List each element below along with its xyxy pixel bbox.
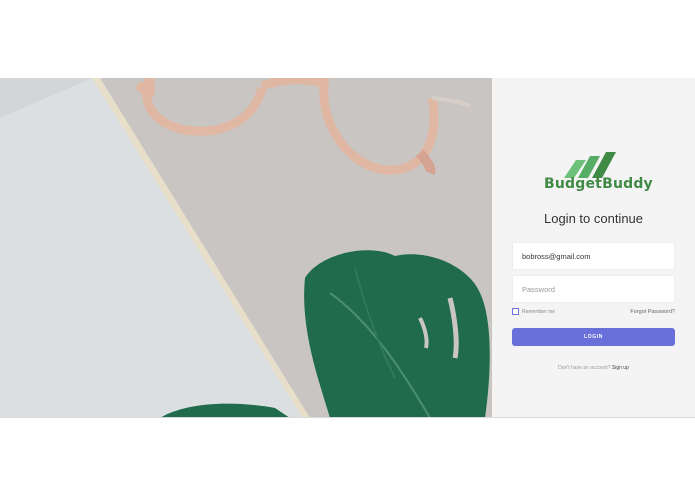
login-panel: BudgetBuddy Login to continue bobross@gm… — [492, 78, 695, 418]
signup-link[interactable]: Sign up — [612, 365, 629, 371]
remember-label: Remember me — [522, 308, 556, 315]
password-field[interactable]: Password — [512, 275, 675, 303]
email-value: bobross@gmail.com — [522, 251, 591, 261]
forgot-password-link[interactable]: Forgot Password? — [630, 309, 675, 315]
divider — [0, 417, 695, 418]
hero-image — [0, 78, 492, 418]
remember-me[interactable]: Remember me — [512, 308, 555, 315]
password-placeholder: Password — [522, 284, 555, 294]
brand-logo: BudgetBuddy — [544, 152, 653, 196]
login-screen: BudgetBuddy Login to continue bobross@gm… — [0, 78, 695, 418]
remember-checkbox[interactable] — [512, 308, 519, 315]
login-button[interactable]: LOGIN — [512, 328, 675, 346]
brand-name: BudgetBuddy — [544, 176, 653, 192]
signup-prompt: Don't have an account? — [558, 365, 611, 371]
email-field[interactable]: bobross@gmail.com — [512, 242, 675, 270]
hero-photo — [0, 78, 492, 418]
login-heading: Login to continue — [543, 211, 644, 226]
signup-row: Don't have an account? Sign up — [492, 365, 695, 371]
logo-bars-icon — [564, 152, 616, 178]
